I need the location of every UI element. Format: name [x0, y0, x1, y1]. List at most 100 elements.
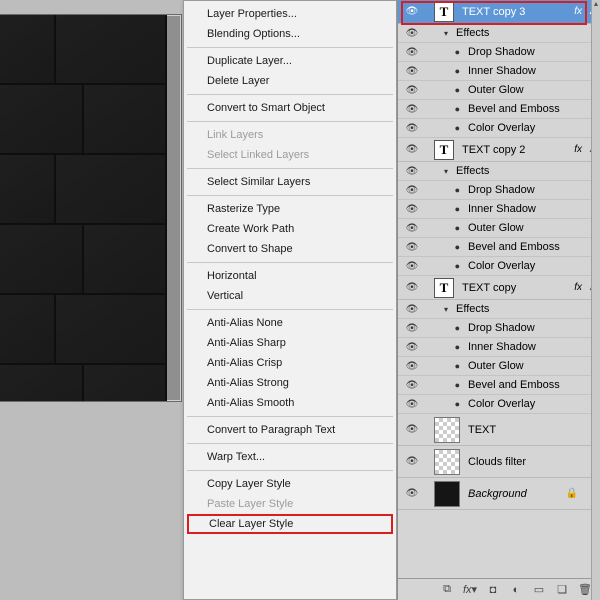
menu-item-layer-properties[interactable]: Layer Properties...: [185, 4, 395, 24]
menu-item-vertical[interactable]: Vertical: [185, 286, 395, 306]
menu-separator: [187, 168, 393, 169]
visibility-icon[interactable]: 👁: [404, 47, 420, 58]
menu-item-anti-alias-crisp[interactable]: Anti-Alias Crisp: [185, 353, 395, 373]
effect-color-overlay[interactable]: 👁● Color Overlay: [398, 119, 600, 138]
expand-icon: ▾: [420, 29, 454, 38]
effect-color-overlay[interactable]: 👁● Color Overlay: [398, 257, 600, 276]
visibility-icon[interactable]: 👁: [404, 282, 420, 293]
effect-drop-shadow[interactable]: 👁● Drop Shadow: [398, 181, 600, 200]
visibility-icon[interactable]: 👁: [404, 85, 420, 96]
new-layer-icon[interactable]: ❏: [555, 583, 569, 597]
visibility-icon[interactable]: 👁: [404, 261, 420, 272]
menu-item-horizontal[interactable]: Horizontal: [185, 266, 395, 286]
effect-drop-shadow[interactable]: 👁● Drop Shadow: [398, 319, 600, 338]
layer-background[interactable]: 👁 Background 🔒: [398, 478, 600, 510]
visibility-icon[interactable]: 👁: [404, 28, 420, 39]
effect-inner-shadow[interactable]: 👁● Inner Shadow: [398, 200, 600, 219]
visibility-icon[interactable]: 👁: [404, 223, 420, 234]
effects-header[interactable]: 👁▾ Effects: [398, 300, 600, 319]
effect-label: Drop Shadow: [466, 184, 535, 196]
visibility-icon[interactable]: 👁: [404, 304, 420, 315]
effect-label: Inner Shadow: [466, 203, 536, 215]
menu-item-convert-to-paragraph-text[interactable]: Convert to Paragraph Text: [185, 420, 395, 440]
visibility-icon[interactable]: 👁: [404, 6, 420, 17]
visibility-icon[interactable]: 👁: [404, 166, 420, 177]
layer-text-copy-3[interactable]: 👁 T TEXT copy 3 fx ▲: [398, 0, 600, 24]
effect-bullet-icon: ●: [420, 399, 466, 409]
layer-mask-icon[interactable]: ◘: [486, 583, 500, 597]
menu-item-create-work-path[interactable]: Create Work Path: [185, 219, 395, 239]
effect-bevel-and-emboss[interactable]: 👁● Bevel and Emboss: [398, 100, 600, 119]
layer-style-icon[interactable]: fx▾: [463, 583, 477, 597]
menu-item-convert-to-shape[interactable]: Convert to Shape: [185, 239, 395, 259]
visibility-icon[interactable]: 👁: [404, 185, 420, 196]
visibility-icon[interactable]: 👁: [404, 66, 420, 77]
effects-header[interactable]: 👁▾ Effects: [398, 162, 600, 181]
effect-bullet-icon: ●: [420, 242, 466, 252]
layer-thumbnail: [434, 449, 460, 475]
link-layers-icon[interactable]: ⧉: [440, 583, 454, 597]
effect-label: Inner Shadow: [466, 65, 536, 77]
menu-item-select-linked-layers: Select Linked Layers: [185, 145, 395, 165]
effect-color-overlay[interactable]: 👁● Color Overlay: [398, 395, 600, 414]
effect-inner-shadow[interactable]: 👁● Inner Shadow: [398, 62, 600, 81]
menu-item-convert-to-smart-object[interactable]: Convert to Smart Object: [185, 98, 395, 118]
effect-bevel-and-emboss[interactable]: 👁● Bevel and Emboss: [398, 238, 600, 257]
visibility-icon[interactable]: 👁: [404, 424, 420, 435]
menu-separator: [187, 47, 393, 48]
visibility-icon[interactable]: 👁: [404, 204, 420, 215]
visibility-icon[interactable]: 👁: [404, 323, 420, 334]
menu-item-anti-alias-sharp[interactable]: Anti-Alias Sharp: [185, 333, 395, 353]
layer-text-copy-2[interactable]: 👁 T TEXT copy 2 fx ▲: [398, 138, 600, 162]
visibility-icon[interactable]: 👁: [404, 399, 420, 410]
visibility-icon[interactable]: 👁: [404, 104, 420, 115]
visibility-icon[interactable]: 👁: [404, 123, 420, 134]
effect-outer-glow[interactable]: 👁● Outer Glow: [398, 219, 600, 238]
panel-scrollbar[interactable]: ▲: [591, 0, 600, 600]
effect-bullet-icon: ●: [420, 380, 466, 390]
effect-bevel-and-emboss[interactable]: 👁● Bevel and Emboss: [398, 376, 600, 395]
effect-inner-shadow[interactable]: 👁● Inner Shadow: [398, 338, 600, 357]
fx-indicator: fx: [574, 144, 584, 155]
layer-text-copy[interactable]: 👁 T TEXT copy fx ▲: [398, 276, 600, 300]
document-canvas[interactable]: [0, 14, 182, 402]
menu-item-duplicate-layer[interactable]: Duplicate Layer...: [185, 51, 395, 71]
text-layer-thumb-icon: T: [434, 2, 454, 22]
delete-layer-icon[interactable]: 🗑: [578, 583, 592, 597]
layer-text[interactable]: 👁 TEXT: [398, 414, 600, 446]
text-layer-thumb-icon: T: [434, 140, 454, 160]
menu-item-warp-text[interactable]: Warp Text...: [185, 447, 395, 467]
menu-item-delete-layer[interactable]: Delete Layer: [185, 71, 395, 91]
visibility-icon[interactable]: 👁: [404, 242, 420, 253]
layer-name-label: TEXT copy 3: [458, 6, 570, 18]
adjustment-layer-icon[interactable]: ◐: [509, 583, 523, 597]
visibility-icon[interactable]: 👁: [404, 342, 420, 353]
menu-item-blending-options[interactable]: Blending Options...: [185, 24, 395, 44]
layer-thumbnail: [434, 417, 460, 443]
brick-wall-image: [0, 15, 167, 387]
expand-icon: ▾: [420, 305, 454, 314]
menu-item-clear-layer-style[interactable]: Clear Layer Style: [187, 514, 393, 534]
effect-outer-glow[interactable]: 👁● Outer Glow: [398, 357, 600, 376]
visibility-icon[interactable]: 👁: [404, 361, 420, 372]
menu-item-copy-layer-style[interactable]: Copy Layer Style: [185, 474, 395, 494]
visibility-icon[interactable]: 👁: [404, 380, 420, 391]
layer-name-label: TEXT copy: [458, 282, 570, 294]
new-group-icon[interactable]: ▭: [532, 583, 546, 597]
menu-item-rasterize-type[interactable]: Rasterize Type: [185, 199, 395, 219]
visibility-icon[interactable]: 👁: [404, 144, 420, 155]
effects-label: Effects: [454, 303, 489, 315]
menu-item-anti-alias-none[interactable]: Anti-Alias None: [185, 313, 395, 333]
visibility-icon[interactable]: 👁: [404, 488, 420, 499]
menu-item-anti-alias-smooth[interactable]: Anti-Alias Smooth: [185, 393, 395, 413]
effect-bullet-icon: ●: [420, 66, 466, 76]
effect-bullet-icon: ●: [420, 223, 466, 233]
effect-drop-shadow[interactable]: 👁● Drop Shadow: [398, 43, 600, 62]
effect-label: Outer Glow: [466, 360, 524, 372]
menu-item-select-similar-layers[interactable]: Select Similar Layers: [185, 172, 395, 192]
menu-item-anti-alias-strong[interactable]: Anti-Alias Strong: [185, 373, 395, 393]
effect-outer-glow[interactable]: 👁● Outer Glow: [398, 81, 600, 100]
effects-header[interactable]: 👁▾ Effects: [398, 24, 600, 43]
visibility-icon[interactable]: 👁: [404, 456, 420, 467]
layer-clouds-filter[interactable]: 👁 Clouds filter: [398, 446, 600, 478]
